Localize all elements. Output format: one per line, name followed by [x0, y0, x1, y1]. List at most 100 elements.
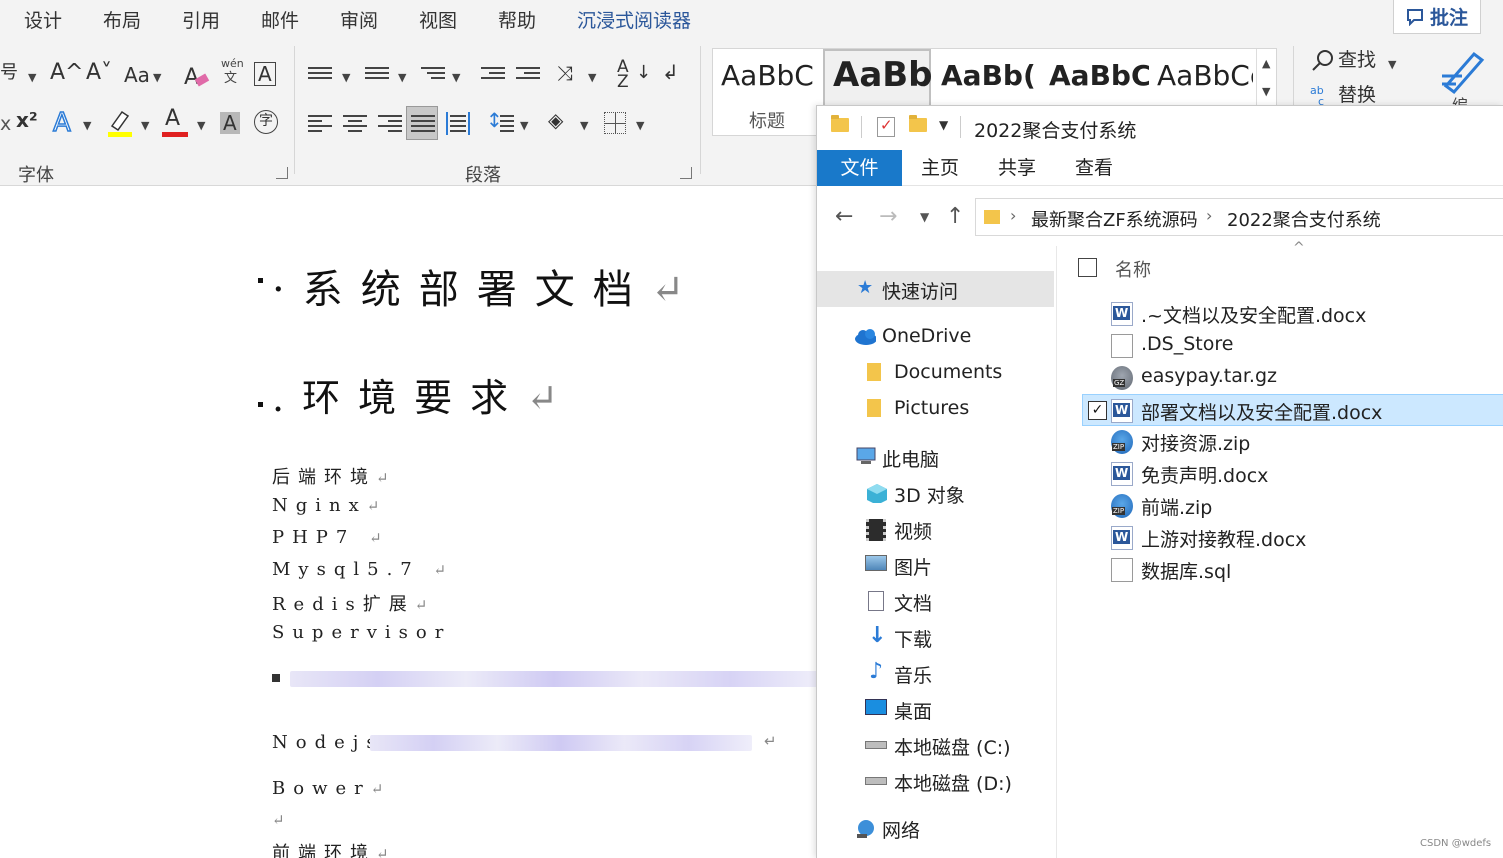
- bullets-dropdown-icon[interactable]: ▼: [342, 71, 350, 84]
- font-color-icon[interactable]: A: [162, 108, 188, 138]
- align-left-icon[interactable]: [308, 112, 332, 135]
- tab-help[interactable]: 帮助: [498, 6, 536, 33]
- font-color-dropdown-icon[interactable]: ▼: [197, 119, 205, 132]
- file-row[interactable]: .DS_Store: [1083, 330, 1503, 362]
- tab-immersive-reader[interactable]: 沉浸式阅读器: [577, 6, 691, 33]
- nav-videos[interactable]: 视频: [817, 511, 1057, 547]
- file-row[interactable]: 上游对接教程.docx: [1083, 522, 1503, 554]
- up-arrow-icon[interactable]: ↑: [946, 204, 964, 229]
- nav-downloads[interactable]: ↓ 下载: [817, 619, 1057, 655]
- increase-indent-icon[interactable]: [516, 64, 540, 82]
- back-arrow-icon[interactable]: ←: [835, 204, 853, 229]
- tab-mailings[interactable]: 邮件: [261, 6, 299, 33]
- forward-arrow-icon[interactable]: →: [879, 204, 897, 229]
- file-row[interactable]: 对接资源.zip: [1083, 426, 1503, 458]
- select-all-checkbox[interactable]: [1078, 258, 1097, 277]
- nav-documents-lib[interactable]: 文档: [817, 583, 1057, 619]
- file-row[interactable]: .~文档以及安全配置.docx: [1083, 298, 1503, 330]
- phonetic-guide-bottom[interactable]: 文: [224, 72, 237, 85]
- justify-button[interactable]: [406, 106, 438, 140]
- distributed-icon[interactable]: [446, 112, 470, 135]
- numbering-icon[interactable]: [365, 64, 389, 82]
- numbering-dropdown-icon[interactable]: ▼: [398, 71, 406, 84]
- shading-icon[interactable]: ◈: [548, 110, 563, 130]
- line-spacing-dropdown-icon[interactable]: ▼: [520, 119, 528, 132]
- breadcrumb-item[interactable]: 最新聚合ZF系统源码: [1031, 206, 1198, 232]
- tab-layout[interactable]: 布局: [103, 6, 141, 33]
- editor-icon[interactable]: [1438, 46, 1488, 96]
- chevron-right-icon[interactable]: ›: [1206, 206, 1212, 225]
- nav-desktop[interactable]: 桌面: [817, 691, 1057, 727]
- styles-down-icon[interactable]: ▼: [1262, 85, 1270, 98]
- phonetic-guide-top[interactable]: wén: [221, 58, 244, 69]
- sort-arrow-icon[interactable]: ↓: [636, 64, 651, 82]
- sort-icon[interactable]: AZ: [617, 59, 629, 91]
- clear-formatting-icon[interactable]: A: [184, 62, 210, 90]
- breadcrumb-item[interactable]: 2022聚合支付系统: [1227, 206, 1381, 232]
- properties-icon[interactable]: [877, 116, 895, 137]
- comment-button[interactable]: 批注: [1393, 0, 1481, 34]
- subscript-fragment-icon[interactable]: x: [0, 115, 11, 134]
- nav-drive-c[interactable]: 本地磁盘 (C:): [817, 727, 1057, 763]
- recent-locations-icon[interactable]: ▼: [920, 210, 929, 224]
- nav-documents[interactable]: Documents: [817, 355, 1057, 391]
- borders-icon[interactable]: [604, 112, 626, 134]
- column-name-header[interactable]: 名称: [1115, 256, 1151, 282]
- change-case-button[interactable]: Aa: [124, 65, 150, 85]
- asian-layout-icon[interactable]: ⤨: [557, 63, 573, 83]
- change-case-dropdown-icon[interactable]: ▼: [153, 71, 161, 84]
- bullets-icon[interactable]: [308, 64, 332, 82]
- style-title[interactable]: AaBbC 标题: [713, 49, 821, 135]
- show-marks-icon[interactable]: ↲: [662, 62, 679, 82]
- file-row[interactable]: 免责声明.docx: [1083, 458, 1503, 490]
- highlight-dropdown-icon[interactable]: ▼: [141, 119, 149, 132]
- tab-review[interactable]: 审阅: [340, 6, 378, 33]
- text-effects-dropdown-icon[interactable]: ▼: [83, 119, 91, 132]
- shading-dropdown-icon[interactable]: ▼: [580, 119, 588, 132]
- document-page[interactable]: ·系统部署文档↵ .环境要求↵ 后端环境↵ Nginx↵ PHP7 ↵ Mysq…: [0, 187, 818, 858]
- character-border-button[interactable]: A: [254, 62, 276, 86]
- asian-layout-dropdown-icon[interactable]: ▼: [588, 71, 596, 84]
- align-center-icon[interactable]: [343, 112, 367, 135]
- nav-music[interactable]: ♪ 音乐: [817, 655, 1057, 691]
- find-button[interactable]: 查找: [1338, 51, 1376, 70]
- tab-view[interactable]: 视图: [419, 6, 457, 33]
- character-shading-button[interactable]: A: [220, 112, 240, 134]
- nav-this-pc[interactable]: 此电脑: [817, 439, 1057, 475]
- grow-font-button[interactable]: A^: [50, 62, 83, 84]
- chevron-right-icon[interactable]: ›: [1010, 206, 1016, 225]
- highlight-icon[interactable]: [106, 108, 134, 138]
- tab-home[interactable]: 主页: [921, 150, 959, 186]
- tab-references[interactable]: 引用: [182, 6, 220, 33]
- nav-onedrive[interactable]: OneDrive: [817, 319, 1057, 355]
- align-right-icon[interactable]: [378, 112, 402, 135]
- row-checkbox[interactable]: ✓: [1088, 401, 1107, 420]
- search-icon[interactable]: [1310, 48, 1336, 74]
- font-size-dropdown-icon[interactable]: ▼: [28, 71, 36, 84]
- text-effects-icon[interactable]: A: [52, 108, 78, 136]
- nav-drive-d[interactable]: 本地磁盘 (D:): [817, 763, 1057, 799]
- file-row[interactable]: 前端.zip: [1083, 490, 1503, 522]
- tab-design[interactable]: 设计: [24, 6, 62, 33]
- file-row-selected[interactable]: ✓ 部署文档以及安全配置.docx: [1082, 394, 1503, 426]
- nav-quick-access[interactable]: ★ 快速访问: [817, 271, 1054, 307]
- superscript-button[interactable]: x²: [16, 110, 38, 130]
- file-row[interactable]: easypay.tar.gz: [1083, 362, 1503, 394]
- enclose-characters-button[interactable]: 字: [254, 110, 278, 134]
- quick-access-dropdown-icon[interactable]: ▼: [939, 118, 948, 132]
- address-bar[interactable]: › 最新聚合ZF系统源码 › 2022聚合支付系统: [975, 198, 1503, 236]
- tab-share[interactable]: 共享: [998, 150, 1036, 186]
- nav-pictures[interactable]: Pictures: [817, 391, 1057, 427]
- decrease-indent-icon[interactable]: [481, 64, 505, 82]
- paragraph-dialog-launcher-icon[interactable]: [680, 167, 692, 179]
- shrink-font-button[interactable]: A˅: [86, 62, 112, 84]
- styles-up-icon[interactable]: ▲: [1262, 57, 1270, 70]
- borders-dropdown-icon[interactable]: ▼: [636, 119, 644, 132]
- find-dropdown-icon[interactable]: ▼: [1388, 58, 1396, 71]
- font-size-box[interactable]: 号: [0, 64, 18, 82]
- multilevel-list-icon[interactable]: [421, 64, 445, 82]
- file-row[interactable]: 数据库.sql: [1083, 554, 1503, 586]
- tab-view[interactable]: 查看: [1075, 150, 1113, 186]
- replace-button[interactable]: 替换: [1338, 86, 1376, 105]
- tab-file[interactable]: 文件: [817, 150, 902, 186]
